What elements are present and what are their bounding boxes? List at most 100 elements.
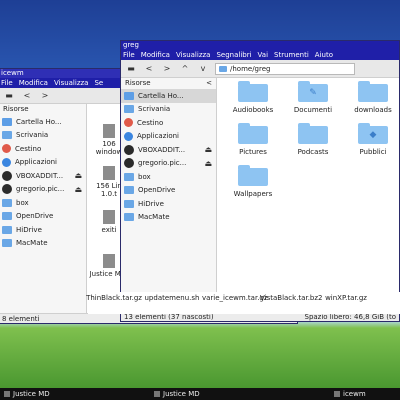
sidebar-item[interactable]: Scrivania <box>0 129 86 143</box>
menu-item-se[interactable]: Se <box>94 78 103 88</box>
folder-item[interactable]: downloads <box>343 81 399 114</box>
desktop: icewm File Modifica Visualizza Se ▬ < > Ris… <box>0 0 400 400</box>
window-titlebar[interactable]: greg <box>121 41 399 50</box>
folder-icon <box>2 225 12 234</box>
menu-item-modifica[interactable]: Modifica <box>19 78 48 88</box>
home-folder-icon <box>124 91 134 100</box>
sidebar-item[interactable]: VBOXADDIT... ⏏ <box>121 143 216 157</box>
file-item[interactable]: updatemenu.sh <box>144 294 200 302</box>
sidebar-item[interactable]: Cestino <box>0 142 86 156</box>
sidebar-item[interactable]: MacMate <box>121 211 216 225</box>
sidebar-item-label: Scrivania <box>16 131 49 140</box>
back-arrow-icon[interactable]: < <box>143 63 155 75</box>
down-arrow-icon[interactable]: v <box>197 63 209 75</box>
eject-icon[interactable]: ⏏ <box>204 159 212 168</box>
sidebar-item[interactable]: Cartella Ho... <box>121 89 216 103</box>
sidebar-item[interactable]: Scrivania <box>121 103 216 117</box>
menu-item-aiuto[interactable]: Aiuto <box>315 50 333 60</box>
sidebar-header: Risorse < <box>125 78 212 89</box>
menu-item-segnalibri[interactable]: Segnalibri <box>216 50 251 60</box>
folder-item[interactable]: Wallpapers <box>223 165 283 198</box>
sidebar-item[interactable]: gregorio.pic... ⏏ <box>0 183 86 197</box>
sidebar-item[interactable]: box <box>0 196 86 210</box>
folder-icon: ◆ <box>358 123 388 144</box>
sidebar-item[interactable]: VBOXADDIT... ⏏ <box>0 169 86 183</box>
sidebar-item[interactable]: OpenDrive <box>0 210 86 224</box>
sidebar-item[interactable]: Cestino <box>121 116 216 130</box>
taskbar-button[interactable]: Justice MD <box>0 388 54 400</box>
taskbar: Justice MD Justice MD icewm <box>0 388 400 400</box>
sidebar-item-label: Applicazioni <box>15 158 57 167</box>
file-item[interactable]: winXP.tar.gz <box>318 294 374 302</box>
sidebar-item[interactable]: box <box>121 170 216 184</box>
window-title: greg <box>123 41 139 49</box>
sidebar-item-label: box <box>16 198 29 207</box>
file-item[interactable]: varie_icewm.tar.gz <box>202 294 268 302</box>
window-icon <box>154 391 160 397</box>
menu-item-vai[interactable]: Vai <box>258 50 268 60</box>
menu-item-visualizza[interactable]: Visualizza <box>176 50 210 60</box>
sidebar-header: Risorse <box>3 105 29 113</box>
window-menubar: File Modifica Visualizza Segnalibri Vai Strum… <box>121 50 399 60</box>
menu-item-file[interactable]: File <box>123 50 135 60</box>
taskbar-button[interactable]: Justice MD <box>150 388 204 400</box>
sidebar-item-label: OpenDrive <box>16 212 54 221</box>
folder-label: Documenti <box>293 106 333 114</box>
file-icon <box>103 124 115 138</box>
menu-item-file[interactable]: File <box>1 78 13 88</box>
sidebar-item[interactable]: gregorio.pic... ⏏ <box>121 157 216 171</box>
taskbar-button-label: icewm <box>343 390 366 398</box>
folder-item[interactable]: ◆ Pubblici <box>343 123 399 156</box>
folder-item[interactable]: Podcasts <box>283 123 343 156</box>
chevron-left-icon[interactable]: < <box>206 78 212 89</box>
folder-item[interactable]: Pictures <box>223 123 283 156</box>
forward-arrow-icon[interactable]: > <box>161 63 173 75</box>
file-item[interactable]: w <box>376 294 400 302</box>
file-item[interactable]: ThinBlack.tar.gz <box>86 294 142 302</box>
sidebar-item[interactable]: HiDrive <box>121 197 216 211</box>
back-arrow-icon[interactable]: < <box>21 90 33 102</box>
sidebar-item-label: Applicazioni <box>137 132 179 141</box>
taskbar-button[interactable]: icewm <box>330 388 370 400</box>
folder-icon <box>298 123 328 144</box>
drive-icon <box>124 158 134 169</box>
sidebar-item[interactable]: OpenDrive <box>121 184 216 198</box>
folder-label: Pubblici <box>359 148 387 156</box>
sidebar-item-label: MacMate <box>16 239 48 248</box>
file-item[interactable]: VistaBlack.tar.bz2 <box>260 294 323 302</box>
menu-item-strumenti[interactable]: Strumenti <box>274 50 309 60</box>
eject-icon[interactable]: ▬ <box>125 63 137 75</box>
file-icon <box>103 166 115 180</box>
bottom-file-row: ThinBlack.tar.gz updatemenu.sh varie_icewm… <box>86 292 400 314</box>
file-manager-window[interactable]: greg File Modifica Visualizza Segnalibri Vai… <box>120 40 400 322</box>
folder-item[interactable]: ✎ Documenti <box>283 81 343 114</box>
folder-icon <box>124 199 134 208</box>
sidebar-item[interactable]: MacMate <box>0 237 86 251</box>
menu-item-visualizza[interactable]: Visualizza <box>54 78 88 88</box>
folder-icon <box>219 65 227 72</box>
back-window-sidebar: Risorse Cartella Ho... Scrivania Cestino Ap… <box>0 104 87 313</box>
file-grid: Audiobooks ✎ Documenti downloads Pictures Pod… <box>217 78 399 311</box>
folder-item[interactable]: Audiobooks <box>223 81 283 114</box>
eject-icon[interactable]: ⏏ <box>204 145 212 154</box>
folder-emblem-icon: ◆ <box>369 130 377 140</box>
sidebar-item-label: Cestino <box>15 144 42 153</box>
sidebar-item[interactable]: HiDrive <box>0 223 86 237</box>
sidebar-item[interactable]: Applicazioni <box>0 156 86 170</box>
sidebar-item[interactable]: Applicazioni <box>121 130 216 144</box>
sidebar-item-label: gregorio.pic... <box>138 159 187 168</box>
forward-arrow-icon[interactable]: > <box>39 90 51 102</box>
menu-item-modifica[interactable]: Modifica <box>141 50 170 60</box>
eject-icon[interactable]: ▬ <box>3 90 15 102</box>
location-bar[interactable]: /home/greg <box>215 62 355 75</box>
taskbar-button-label: Justice MD <box>163 390 200 398</box>
sidebar-item-label: MacMate <box>138 213 170 222</box>
folder-emblem-icon: ✎ <box>309 88 317 98</box>
eject-icon[interactable]: ⏏ <box>74 185 82 194</box>
up-arrow-icon[interactable]: ^ <box>179 63 191 75</box>
sidebar-item[interactable]: Cartella Ho... <box>0 115 86 129</box>
folder-icon <box>238 123 268 144</box>
eject-icon[interactable]: ⏏ <box>74 171 82 180</box>
folder-label: Pictures <box>239 148 267 156</box>
folder-label: Wallpapers <box>233 190 273 198</box>
